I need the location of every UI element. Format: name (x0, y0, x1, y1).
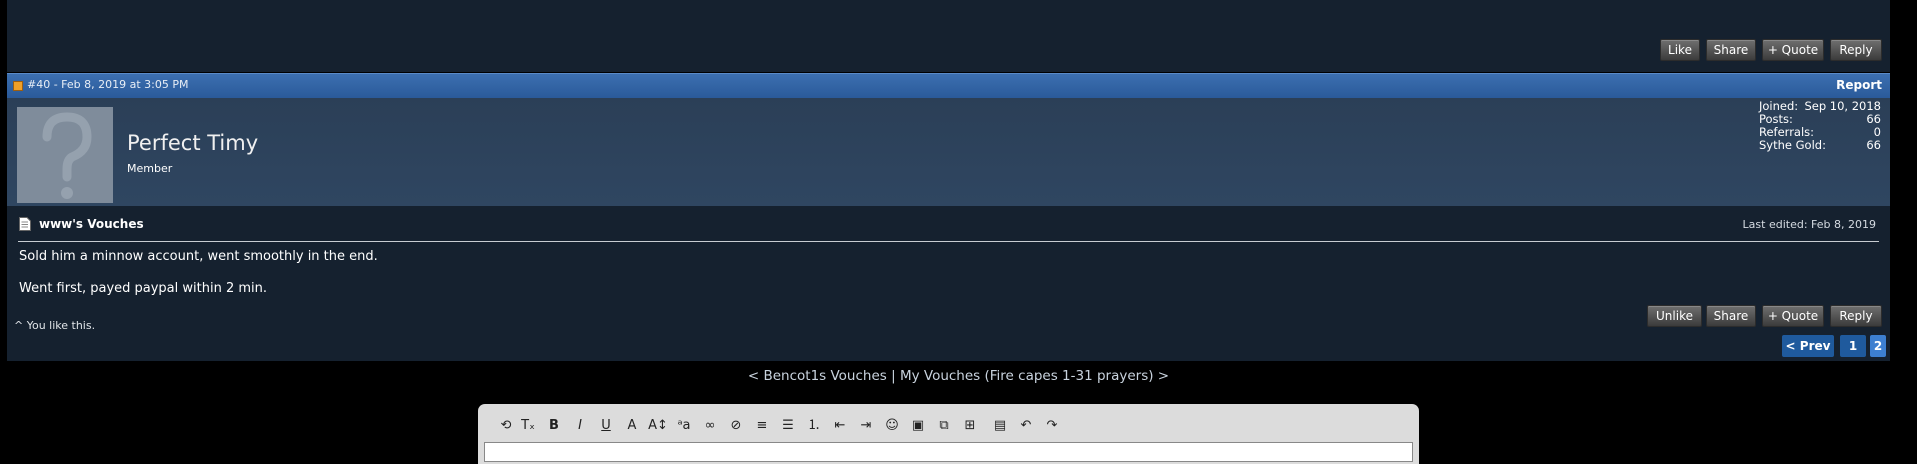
outdent-icon[interactable]: ⇤ (830, 416, 850, 436)
caret-glyph: ^ (782, 0, 792, 7)
user-title: Member (127, 162, 173, 175)
prev-page-button[interactable]: < Prev (1782, 335, 1834, 357)
post-body: www's Vouches Last edited: Feb 8, 2019 S… (7, 206, 1890, 361)
number-list-icon[interactable]: ⒈ (804, 416, 824, 436)
bullet-list-icon[interactable]: ☰ (778, 416, 798, 436)
image-icon[interactable]: ▣ (908, 416, 928, 436)
remove-format-icon[interactable]: Tₓ (518, 416, 538, 436)
post-header: #40 - Feb 8, 2019 at 3:05 PM Report (7, 73, 1890, 98)
smiley-icon[interactable]: ☺ (882, 416, 902, 436)
post-title: www's Vouches (39, 217, 144, 231)
message-line: Went first, payed paypal within 2 min. (19, 281, 268, 296)
user-stats: Joined: Sep 10, 2018 Posts: 66 Referrals: 0… (1759, 100, 1881, 152)
link-icon[interactable]: ∞ (700, 416, 720, 436)
like-summary: ^ You like this. (14, 319, 96, 332)
unlink-icon[interactable]: ⊘ (726, 416, 746, 436)
previous-post-footer: ^ Like Share + Quote Reply (7, 0, 1890, 72)
undo-icon[interactable]: ↶ (1016, 416, 1036, 436)
underline-icon[interactable]: U (596, 416, 616, 436)
media-icon[interactable]: ⧉ (934, 416, 954, 436)
stat-value: 66 (1866, 138, 1881, 152)
redo-icon[interactable]: ↷ (1042, 416, 1062, 436)
align-icon[interactable]: ≡ (752, 416, 772, 436)
share-button[interactable]: Share (1706, 39, 1756, 61)
source-icon[interactable]: ⟲ (496, 416, 516, 436)
post-status-icon (13, 81, 23, 91)
nav-separator: | (886, 368, 900, 384)
reply-editor: ⟲ Tₓ B I U A A↕ ᵃa ∞ ⊘ ≡ ☰ ⒈ ⇤ ⇥ ☺ ▣ ⧉ ⊞ ▤ ↶ ↷ (478, 404, 1419, 464)
page-2-button[interactable]: 2 (1870, 335, 1886, 357)
quote-button[interactable]: + Quote (1762, 39, 1824, 61)
question-mark-icon (42, 112, 92, 199)
report-link[interactable]: Report (1836, 78, 1882, 92)
font-size-icon[interactable]: A↕ (648, 416, 668, 436)
document-icon (19, 217, 31, 231)
font-color-icon[interactable]: A (622, 416, 642, 436)
reply-button[interactable]: Reply (1830, 39, 1882, 61)
insert-icon[interactable]: ⊞ (960, 416, 980, 436)
stat-label: Sythe Gold: (1759, 138, 1826, 152)
like-button[interactable]: Like (1660, 39, 1700, 61)
save-draft-icon[interactable]: ▤ (990, 416, 1010, 436)
post-permalink[interactable]: #40 - Feb 8, 2019 at 3:05 PM (27, 78, 189, 91)
reply-button[interactable]: Reply (1830, 305, 1882, 327)
indent-icon[interactable]: ⇥ (856, 416, 876, 436)
unlike-button[interactable]: Unlike (1647, 305, 1702, 327)
thread-navigation: < Bencot1s Vouches | My Vouches (Fire ca… (0, 368, 1917, 384)
quote-button[interactable]: + Quote (1762, 305, 1824, 327)
font-family-icon[interactable]: ᵃa (674, 416, 694, 436)
stat-gold: Sythe Gold: 66 (1759, 139, 1881, 152)
editor-text-area[interactable] (484, 442, 1413, 462)
user-info-bar: Perfect Timy Member Joined: Sep 10, 2018 … (7, 98, 1890, 206)
message-line: Sold him a minnow account, went smoothly… (19, 249, 378, 264)
next-thread-link[interactable]: My Vouches (Fire capes 1-31 prayers) > (900, 368, 1169, 384)
username[interactable]: Perfect Timy (127, 131, 258, 155)
page-1-button[interactable]: 1 (1840, 335, 1866, 357)
last-edited: Last edited: Feb 8, 2019 (1742, 218, 1876, 231)
italic-icon[interactable]: I (570, 416, 590, 436)
share-button[interactable]: Share (1706, 305, 1756, 327)
avatar[interactable] (17, 107, 113, 203)
divider (18, 241, 1879, 242)
bold-icon[interactable]: B (544, 416, 564, 436)
prev-thread-link[interactable]: < Bencot1s Vouches (748, 368, 887, 384)
